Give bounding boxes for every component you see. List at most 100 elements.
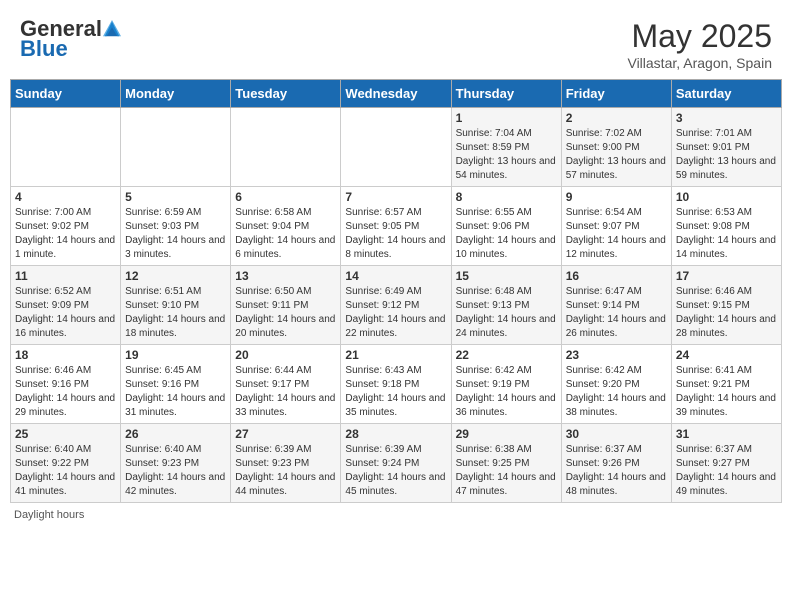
cell-content: Sunrise: 7:02 AM Sunset: 9:00 PM Dayligh… bbox=[566, 127, 667, 183]
calendar-header-row: SundayMondayTuesdayWednesdayThursdayFrid… bbox=[11, 80, 782, 108]
calendar-cell: 3Sunrise: 7:01 AM Sunset: 9:01 PM Daylig… bbox=[671, 108, 781, 187]
calendar-table: SundayMondayTuesdayWednesdayThursdayFrid… bbox=[10, 79, 782, 503]
calendar-cell: 10 Sunrise: 6:53 AM Sunset: 9:08 PM Dayli… bbox=[671, 187, 781, 266]
day-number: 4 bbox=[15, 190, 116, 204]
cell-content: Sunrise: 6:37 AM Sunset: 9:27 PM Dayligh… bbox=[676, 443, 777, 499]
calendar-day-header: Thursday bbox=[451, 80, 561, 108]
day-number: 19 bbox=[125, 348, 226, 362]
calendar-cell: 8 Sunrise: 6:55 AM Sunset: 9:06 PM Daylig… bbox=[451, 187, 561, 266]
cell-content: Sunrise: 6:39 AM Sunset: 9:24 PM Dayligh… bbox=[345, 443, 446, 499]
footer: Daylight hours bbox=[10, 509, 782, 521]
calendar-day-header: Saturday bbox=[671, 80, 781, 108]
cell-content: Sunrise: 6:52 AM Sunset: 9:09 PM Dayligh… bbox=[15, 285, 116, 341]
day-number: 25 bbox=[15, 427, 116, 441]
calendar-cell: 23 Sunrise: 6:42 AM Sunset: 9:20 PM Dayli… bbox=[561, 345, 671, 424]
day-number: 6 bbox=[235, 190, 336, 204]
cell-content: Sunrise: 6:49 AM Sunset: 9:12 PM Dayligh… bbox=[345, 285, 446, 341]
day-number: 16 bbox=[566, 269, 667, 283]
day-number: 23 bbox=[566, 348, 667, 362]
calendar-cell: 9Sunrise: 6:54 AM Sunset: 9:07 PM Daylig… bbox=[561, 187, 671, 266]
cell-content: Sunrise: 6:42 AM Sunset: 9:19 PM Dayligh… bbox=[456, 364, 557, 420]
cell-content: Sunrise: 6:48 AM Sunset: 9:13 PM Dayligh… bbox=[456, 285, 557, 341]
calendar-cell: 16Sunrise: 6:47 AM Sunset: 9:14 PM Dayli… bbox=[561, 266, 671, 345]
day-number: 11 bbox=[15, 269, 116, 283]
calendar-week-row: 18 Sunrise: 6:46 AM Sunset: 9:16 PM Dayli… bbox=[11, 345, 782, 424]
cell-content: Sunrise: 6:46 AM Sunset: 9:15 PM Dayligh… bbox=[676, 285, 777, 341]
day-number: 22 bbox=[456, 348, 557, 362]
cell-content: Sunrise: 6:55 AM Sunset: 9:06 PM Dayligh… bbox=[456, 206, 557, 262]
calendar-cell: 4Sunrise: 7:00 AM Sunset: 9:02 PM Daylig… bbox=[11, 187, 121, 266]
cell-content: Sunrise: 6:38 AM Sunset: 9:25 PM Dayligh… bbox=[456, 443, 557, 499]
logo-blue-text: Blue bbox=[20, 36, 68, 61]
cell-content: Sunrise: 6:44 AM Sunset: 9:17 PM Dayligh… bbox=[235, 364, 336, 420]
cell-content: Sunrise: 7:04 AM Sunset: 8:59 PM Dayligh… bbox=[456, 127, 557, 183]
day-number: 12 bbox=[125, 269, 226, 283]
cell-content: Sunrise: 6:40 AM Sunset: 9:22 PM Dayligh… bbox=[15, 443, 116, 499]
day-number: 2 bbox=[566, 111, 667, 125]
day-number: 15 bbox=[456, 269, 557, 283]
cell-content: Sunrise: 6:54 AM Sunset: 9:07 PM Dayligh… bbox=[566, 206, 667, 262]
cell-content: Sunrise: 6:42 AM Sunset: 9:20 PM Dayligh… bbox=[566, 364, 667, 420]
cell-content: Sunrise: 6:37 AM Sunset: 9:26 PM Dayligh… bbox=[566, 443, 667, 499]
calendar-cell: 26 Sunrise: 6:40 AM Sunset: 9:23 PM Dayli… bbox=[121, 424, 231, 503]
day-number: 26 bbox=[125, 427, 226, 441]
calendar-cell: 24Sunrise: 6:41 AM Sunset: 9:21 PM Dayli… bbox=[671, 345, 781, 424]
cell-content: Sunrise: 6:46 AM Sunset: 9:16 PM Dayligh… bbox=[15, 364, 116, 420]
day-number: 20 bbox=[235, 348, 336, 362]
month-year: May 2025 bbox=[627, 18, 772, 55]
calendar-cell: 25 Sunrise: 6:40 AM Sunset: 9:22 PM Dayli… bbox=[11, 424, 121, 503]
calendar-cell bbox=[341, 108, 451, 187]
day-number: 21 bbox=[345, 348, 446, 362]
day-number: 18 bbox=[15, 348, 116, 362]
calendar-cell: 18 Sunrise: 6:46 AM Sunset: 9:16 PM Dayli… bbox=[11, 345, 121, 424]
calendar-cell: 20 Sunrise: 6:44 AM Sunset: 9:17 PM Dayli… bbox=[231, 345, 341, 424]
calendar-week-row: 25 Sunrise: 6:40 AM Sunset: 9:22 PM Dayli… bbox=[11, 424, 782, 503]
calendar-cell: 6 Sunrise: 6:58 AM Sunset: 9:04 PM Daylig… bbox=[231, 187, 341, 266]
day-number: 14 bbox=[345, 269, 446, 283]
calendar-cell: 2 Sunrise: 7:02 AM Sunset: 9:00 PM Daylig… bbox=[561, 108, 671, 187]
day-number: 13 bbox=[235, 269, 336, 283]
calendar-cell: 22 Sunrise: 6:42 AM Sunset: 9:19 PM Dayli… bbox=[451, 345, 561, 424]
calendar-cell: 21 Sunrise: 6:43 AM Sunset: 9:18 PM Dayli… bbox=[341, 345, 451, 424]
day-number: 17 bbox=[676, 269, 777, 283]
calendar-cell: 11 Sunrise: 6:52 AM Sunset: 9:09 PM Dayli… bbox=[11, 266, 121, 345]
cell-content: Sunrise: 6:53 AM Sunset: 9:08 PM Dayligh… bbox=[676, 206, 777, 262]
day-number: 10 bbox=[676, 190, 777, 204]
cell-content: Sunrise: 7:01 AM Sunset: 9:01 PM Dayligh… bbox=[676, 127, 777, 183]
cell-content: Sunrise: 6:58 AM Sunset: 9:04 PM Dayligh… bbox=[235, 206, 336, 262]
calendar-week-row: 11 Sunrise: 6:52 AM Sunset: 9:09 PM Dayli… bbox=[11, 266, 782, 345]
calendar-cell: 1Sunrise: 7:04 AM Sunset: 8:59 PM Daylig… bbox=[451, 108, 561, 187]
calendar-cell bbox=[231, 108, 341, 187]
calendar-week-row: 4Sunrise: 7:00 AM Sunset: 9:02 PM Daylig… bbox=[11, 187, 782, 266]
cell-content: Sunrise: 6:45 AM Sunset: 9:16 PM Dayligh… bbox=[125, 364, 226, 420]
cell-content: Sunrise: 6:41 AM Sunset: 9:21 PM Dayligh… bbox=[676, 364, 777, 420]
calendar-cell: 27 Sunrise: 6:39 AM Sunset: 9:23 PM Dayli… bbox=[231, 424, 341, 503]
calendar-cell: 29 Sunrise: 6:38 AM Sunset: 9:25 PM Dayli… bbox=[451, 424, 561, 503]
cell-content: Sunrise: 6:43 AM Sunset: 9:18 PM Dayligh… bbox=[345, 364, 446, 420]
calendar-day-header: Sunday bbox=[11, 80, 121, 108]
logo-icon bbox=[103, 20, 121, 38]
calendar-cell bbox=[121, 108, 231, 187]
calendar-cell: 12 Sunrise: 6:51 AM Sunset: 9:10 PM Dayli… bbox=[121, 266, 231, 345]
day-number: 30 bbox=[566, 427, 667, 441]
day-number: 31 bbox=[676, 427, 777, 441]
calendar-day-header: Monday bbox=[121, 80, 231, 108]
day-number: 7 bbox=[345, 190, 446, 204]
cell-content: Sunrise: 6:39 AM Sunset: 9:23 PM Dayligh… bbox=[235, 443, 336, 499]
daylight-label: Daylight hours bbox=[14, 509, 84, 521]
calendar-week-row: 1Sunrise: 7:04 AM Sunset: 8:59 PM Daylig… bbox=[11, 108, 782, 187]
day-number: 8 bbox=[456, 190, 557, 204]
logo: General Blue bbox=[20, 18, 121, 61]
calendar-cell: 7Sunrise: 6:57 AM Sunset: 9:05 PM Daylig… bbox=[341, 187, 451, 266]
cell-content: Sunrise: 6:51 AM Sunset: 9:10 PM Dayligh… bbox=[125, 285, 226, 341]
calendar-cell: 13Sunrise: 6:50 AM Sunset: 9:11 PM Dayli… bbox=[231, 266, 341, 345]
calendar-cell: 5Sunrise: 6:59 AM Sunset: 9:03 PM Daylig… bbox=[121, 187, 231, 266]
calendar-cell: 17 Sunrise: 6:46 AM Sunset: 9:15 PM Dayli… bbox=[671, 266, 781, 345]
calendar-day-header: Wednesday bbox=[341, 80, 451, 108]
calendar-cell: 19 Sunrise: 6:45 AM Sunset: 9:16 PM Dayli… bbox=[121, 345, 231, 424]
cell-content: Sunrise: 6:40 AM Sunset: 9:23 PM Dayligh… bbox=[125, 443, 226, 499]
title-block: May 2025 Villastar, Aragon, Spain bbox=[627, 18, 772, 71]
header: General Blue May 2025 Villastar, Aragon,… bbox=[10, 10, 782, 75]
day-number: 29 bbox=[456, 427, 557, 441]
day-number: 27 bbox=[235, 427, 336, 441]
